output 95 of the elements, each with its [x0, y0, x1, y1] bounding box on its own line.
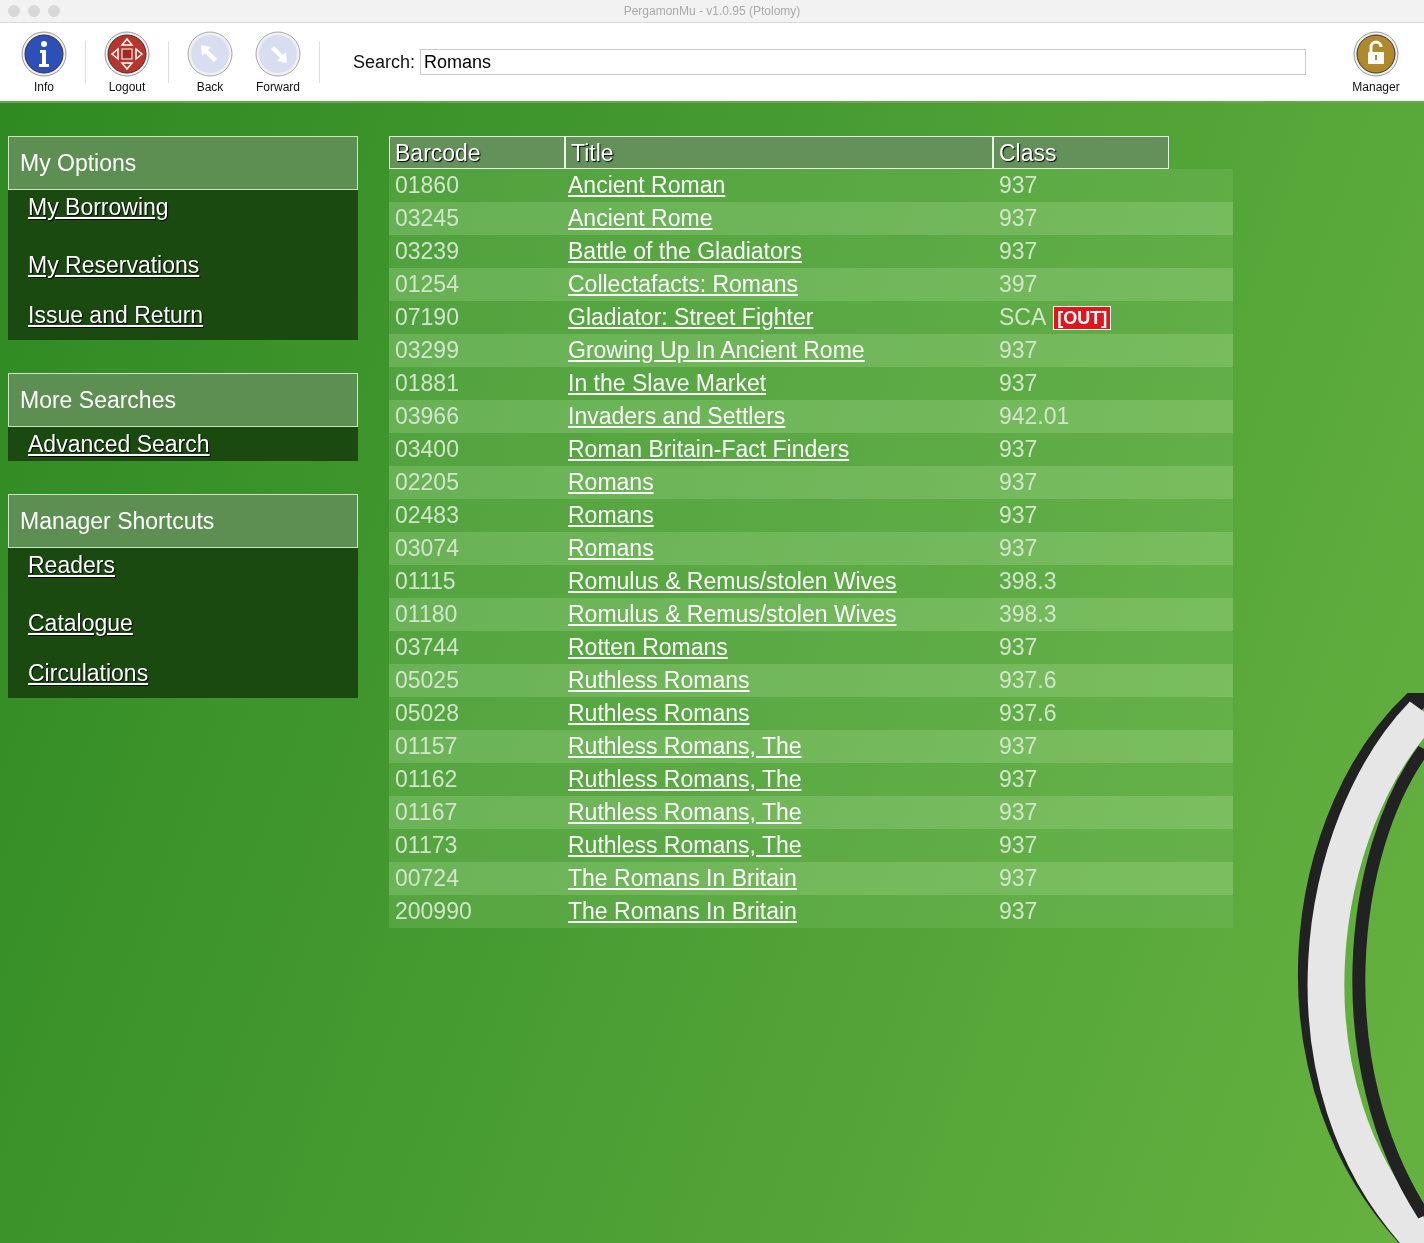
column-header[interactable]: Class	[993, 136, 1169, 169]
info-toolbar-button[interactable]: Info	[15, 30, 73, 94]
barcode-cell-text: 03299	[394, 337, 460, 364]
sidebar-link[interactable]: Issue and Return	[28, 290, 204, 340]
column-header[interactable]: Barcode	[389, 136, 565, 169]
column-header[interactable]: Title	[565, 136, 993, 169]
barcode-cell-text: 200990	[394, 898, 473, 925]
class-cell: 937	[999, 205, 1038, 232]
title-link[interactable]: Ancient Roman	[568, 172, 726, 198]
barcode-cell-text: 03744	[394, 634, 460, 661]
barcode-cell-text: 05028	[394, 700, 460, 727]
title-link[interactable]: Romans	[568, 535, 654, 561]
barcode-cell-text: 03239	[394, 238, 460, 265]
arrows-icon	[103, 30, 151, 78]
class-cell: 937	[999, 535, 1038, 562]
title-link[interactable]: Battle of the Gladiators	[568, 238, 802, 264]
title-link[interactable]: Growing Up In Ancient Rome	[568, 337, 865, 363]
panel-heading: My Options	[8, 136, 358, 190]
class-cell: 937.6	[999, 700, 1057, 727]
sidebar-link[interactable]: Advanced Search	[28, 427, 210, 461]
barcode-cell-text: 01157	[394, 733, 459, 760]
barcode-cell-text: 01860	[394, 172, 460, 199]
class-cell: 937	[999, 172, 1038, 199]
barcode-cell-text: 01115	[394, 568, 457, 595]
sidebar-link[interactable]: Circulations	[28, 648, 149, 698]
logout-toolbar-button[interactable]: Logout	[98, 30, 156, 94]
barcode-cell-text: 01173	[394, 832, 459, 859]
title-link[interactable]: In the Slave Market	[568, 370, 767, 396]
title-link[interactable]: Gladiator: Street Fighter	[568, 304, 814, 330]
barcode-cell-text: 02483	[394, 502, 460, 529]
class-cell: 937	[999, 766, 1038, 793]
title-link[interactable]: Ruthless Romans, The	[568, 799, 802, 825]
class-cell: SCA	[999, 304, 1047, 331]
title-link[interactable]: Collectafacts: Romans	[568, 271, 799, 297]
window-control-dot[interactable]	[8, 5, 20, 17]
title-link[interactable]: Romulus & Remus/stolen Wives	[568, 568, 897, 594]
barcode-cell-text: 07190	[394, 304, 460, 331]
class-cell: 937	[999, 502, 1038, 529]
class-cell: 942.01	[999, 403, 1070, 430]
window-control-dot[interactable]	[28, 5, 40, 17]
title-link[interactable]: The Romans In Britain	[568, 898, 797, 924]
barcode-cell-text: 01254	[394, 271, 460, 298]
barcode-cell-text: 03074	[394, 535, 460, 562]
sidebar-link[interactable]: Catalogue	[28, 598, 133, 648]
barcode-cell-text: 05025	[394, 667, 460, 694]
title-link[interactable]: Romulus & Remus/stolen Wives	[568, 601, 897, 627]
barcode-cell-text: 01162	[394, 766, 459, 793]
class-cell: 397	[999, 271, 1038, 298]
title-link[interactable]: Ruthless Romans, The	[568, 733, 802, 759]
class-cell: 398.3	[999, 568, 1057, 595]
search-label: Search:	[353, 51, 416, 73]
sidebar-link[interactable]: Readers	[28, 548, 115, 582]
title-link[interactable]: Invaders and Settlers	[568, 403, 786, 429]
title-link[interactable]: Romans	[568, 469, 654, 495]
panel-heading: More Searches	[8, 373, 358, 427]
class-cell: 937	[999, 436, 1038, 463]
title-link[interactable]: Rotten Romans	[568, 634, 728, 660]
title-link[interactable]: The Romans In Britain	[568, 865, 797, 891]
title-link[interactable]: Ancient Rome	[568, 205, 713, 231]
title-link[interactable]: Ruthless Romans, The	[568, 766, 802, 792]
title-link[interactable]: Ruthless Romans, The	[568, 832, 802, 858]
barcode-cell-text: 03966	[394, 403, 460, 430]
class-cell: 937.6	[999, 667, 1057, 694]
info-icon	[20, 30, 68, 78]
class-cell: 937	[999, 370, 1038, 397]
class-cell: 398.3	[999, 601, 1057, 628]
panel-heading: Manager Shortcuts	[8, 494, 358, 548]
class-cell: 937	[999, 799, 1038, 826]
title-link[interactable]: Romans	[568, 502, 654, 528]
class-cell: 937	[999, 898, 1038, 925]
title-link[interactable]: Ruthless Romans	[568, 700, 750, 726]
window-control-dot[interactable]	[48, 5, 60, 17]
barcode-cell-text: 03400	[394, 436, 460, 463]
class-cell: 937	[999, 634, 1038, 661]
search-field[interactable]: Romans	[420, 49, 1306, 75]
class-cell: 937	[999, 832, 1038, 859]
barcode-cell-text: 02205	[394, 469, 460, 496]
barcode-cell-text: 00724	[394, 865, 460, 892]
class-cell: 937	[999, 469, 1038, 496]
padlock-icon	[1352, 30, 1400, 78]
class-cell: 937	[999, 733, 1038, 760]
window-title: PergamonMu - v1.0.95 (Ptolomy)	[623, 4, 801, 18]
sidebar-link[interactable]: My Borrowing	[28, 190, 169, 224]
title-link[interactable]: Roman Britain-Fact Finders	[568, 436, 850, 462]
class-cell: 937	[999, 865, 1038, 892]
manager-toolbar-button[interactable]: Manager	[1341, 30, 1411, 94]
status-badge: [OUT]	[1053, 305, 1112, 330]
barcode-cell-text: 01167	[394, 799, 459, 826]
barcode-cell-text: 03245	[394, 205, 460, 232]
class-cell: 937	[999, 238, 1038, 265]
title-link[interactable]: Ruthless Romans	[568, 667, 750, 693]
barcode-cell-text: 01180	[394, 601, 459, 628]
sidebar-link[interactable]: My Reservations	[28, 240, 200, 290]
barcode-cell-text: 01881	[394, 370, 460, 397]
class-cell: 937	[999, 337, 1038, 364]
